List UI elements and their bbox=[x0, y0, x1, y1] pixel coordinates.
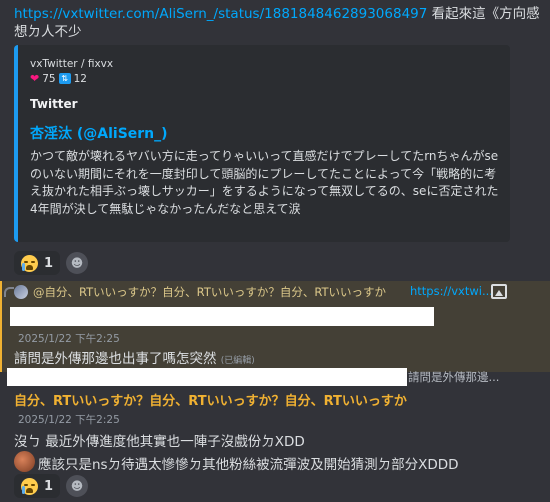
redacted-author-2 bbox=[7, 368, 407, 386]
message-3-line2: 應該只是nsㄉ待遇太慘慘ㄉ其他粉絲被流彈波及開始猜測ㄉ部分XDDD bbox=[38, 457, 459, 473]
add-reaction-button-2[interactable]: ☻ bbox=[66, 475, 88, 497]
retweet-icon: ⇅ bbox=[58, 73, 71, 84]
retweet-count: 12 bbox=[73, 72, 87, 85]
edited-label: (已編輯) bbox=[220, 356, 255, 366]
heart-icon: ❤ bbox=[30, 72, 40, 85]
reply-avatar[interactable] bbox=[14, 285, 28, 299]
embed-stats: ❤ 75 ⇅ 12 bbox=[30, 72, 87, 85]
message-3-line1: 沒ㄅ 最近外傳進度他其實也一陣子沒戲份ㄉXDD bbox=[14, 434, 305, 450]
message-text: https://vxtwitter.com/AliSern_/status/18… bbox=[14, 5, 544, 41]
reaction-count: 1 bbox=[44, 255, 54, 271]
loudly-crying-face-icon bbox=[21, 254, 38, 272]
quote-text: 自分、RTいいっすか？自分、RTいいっすか？自分、RTいいっすか bbox=[14, 394, 407, 409]
like-count: 75 bbox=[42, 72, 56, 85]
embed-author[interactable]: 杏淫汰 (@AliSern_) bbox=[30, 123, 168, 143]
redacted-author bbox=[10, 307, 434, 326]
smile-icon: ☻ bbox=[70, 256, 84, 270]
reaction-count-2: 1 bbox=[44, 478, 54, 494]
reply-preview-text[interactable]: @自分、RTいいっすか？自分、RTいいっすか？自分、RTいいっすか bbox=[33, 284, 386, 300]
reply-preview-link[interactable]: https://vxtwi... bbox=[410, 284, 493, 298]
message-timestamp-2: 2025/1/22 下午2:25 bbox=[18, 414, 120, 426]
message-timestamp: 2025/1/22 下午2:25 bbox=[18, 333, 120, 345]
embed-description: かつて敵が壊れるヤバい方に走ってりゃいいって直感だけでプレーしてたrnちゃんがs… bbox=[30, 149, 499, 216]
reaction-cry-2[interactable]: 1 bbox=[14, 474, 61, 498]
message-text-inline: 看起來這《方向感 bbox=[427, 6, 540, 22]
embed-title: Twitter bbox=[30, 97, 78, 111]
add-reaction-button[interactable]: ☻ bbox=[66, 252, 88, 274]
loudly-crying-face-icon bbox=[21, 477, 38, 495]
twitter-embed: vxTwitter / fixvx ❤ 75 ⇅ 12 Twitter 杏淫汰 … bbox=[14, 45, 510, 242]
reaction-cry[interactable]: 1 bbox=[14, 251, 61, 275]
reply-spine bbox=[4, 287, 14, 297]
message-text-line2: 想ㄉ人不少 bbox=[14, 24, 82, 40]
embed-provider[interactable]: vxTwitter / fixvx bbox=[30, 58, 113, 70]
message-2-text: 請問是外傳那邊也出事了嗎怎突然 (已編輯) bbox=[14, 347, 255, 367]
message-2-body: 請問是外傳那邊也出事了嗎怎突然 bbox=[14, 351, 217, 367]
reply-preview-trailing[interactable]: 請問是外傳那邊... bbox=[408, 369, 499, 385]
user-avatar[interactable] bbox=[14, 451, 35, 472]
smile-icon: ☻ bbox=[70, 479, 84, 493]
tweet-link[interactable]: https://vxtwitter.com/AliSern_/status/18… bbox=[14, 6, 427, 22]
image-icon bbox=[491, 284, 507, 299]
